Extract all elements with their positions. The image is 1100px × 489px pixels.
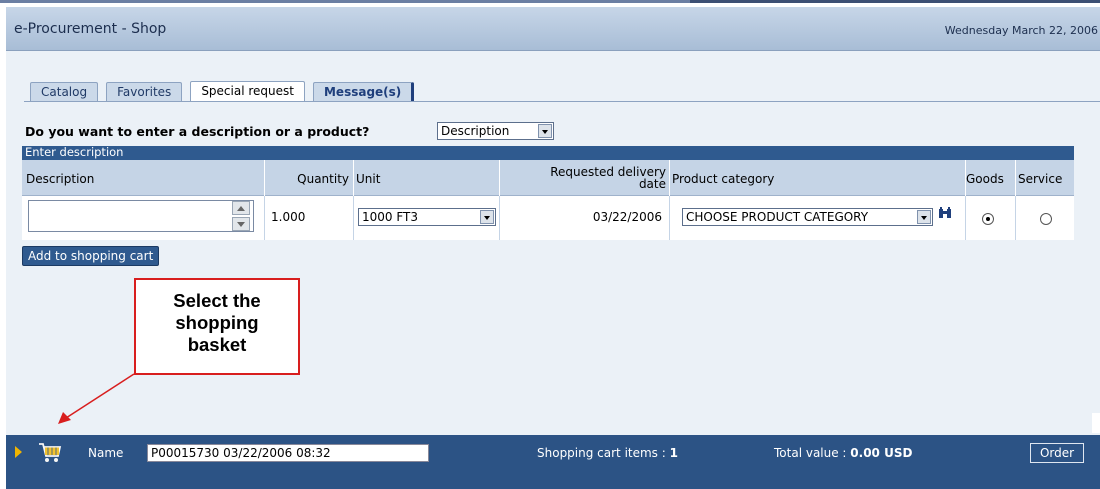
cart-items-count: Shopping cart items : 1 xyxy=(537,446,678,460)
cart-name-input[interactable]: P00015730 03/22/2006 08:32 xyxy=(147,444,429,462)
cart-total-value: Total value : 0.00 USD xyxy=(774,446,913,460)
callout-arrow xyxy=(58,373,135,424)
cart-name-label: Name xyxy=(88,446,124,460)
triangle-right-icon[interactable] xyxy=(15,446,22,458)
shopping-cart-icon[interactable] xyxy=(38,442,62,464)
order-button[interactable]: Order xyxy=(1030,443,1084,463)
shopping-cart-bar: Name P00015730 03/22/2006 08:32 Shopping… xyxy=(6,435,1100,489)
